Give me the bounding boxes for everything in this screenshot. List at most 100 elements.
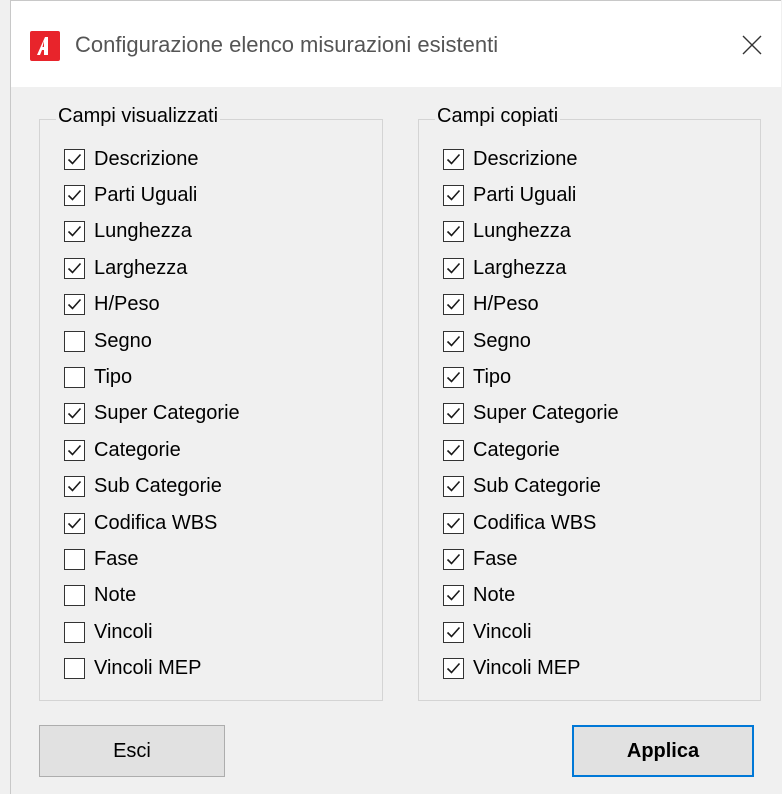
title-bar: Configurazione elenco misurazioni esiste… bbox=[11, 1, 781, 87]
checkbox-label: Vincoli MEP bbox=[94, 657, 202, 680]
field-checkbox-row[interactable]: Parti Uguali bbox=[443, 180, 576, 210]
field-checkbox-row[interactable]: H/Peso bbox=[64, 290, 160, 320]
checkbox[interactable] bbox=[443, 148, 464, 170]
checkmark-icon bbox=[67, 262, 82, 274]
field-checkbox-row[interactable]: Super Categorie bbox=[64, 399, 240, 429]
field-checkbox-row[interactable]: Note bbox=[443, 581, 515, 611]
field-checkbox-row[interactable]: Sub Categorie bbox=[443, 472, 601, 502]
checkbox[interactable] bbox=[64, 221, 85, 243]
field-checkbox-row[interactable]: Larghezza bbox=[443, 253, 566, 283]
checkbox-label: Larghezza bbox=[473, 256, 567, 279]
checkbox[interactable] bbox=[443, 476, 464, 498]
checkmark-icon bbox=[446, 262, 461, 274]
field-checkbox-row[interactable]: Larghezza bbox=[64, 253, 187, 283]
field-checkbox-row[interactable]: Vincoli MEP bbox=[64, 654, 201, 684]
checkbox-label: Super Categorie bbox=[473, 402, 619, 425]
group-campi-visualizzati: Campi visualizzati Descrizione Parti Ugua… bbox=[39, 105, 383, 701]
checkbox[interactable] bbox=[64, 585, 85, 607]
checkmark-icon bbox=[67, 226, 82, 237]
field-checkbox-row[interactable]: Vincoli bbox=[443, 617, 532, 647]
checkbox[interactable] bbox=[64, 476, 85, 498]
checkmark-icon bbox=[446, 590, 461, 601]
field-checkbox-row[interactable]: Tipo bbox=[64, 362, 132, 392]
field-checkbox-row[interactable]: Vincoli bbox=[64, 617, 153, 647]
checkbox[interactable] bbox=[64, 184, 85, 206]
checkbox[interactable] bbox=[443, 330, 464, 352]
group-campi-copiati: Campi copiati Descrizione Parti Uguali Lun… bbox=[418, 105, 761, 701]
dialog-window: Configurazione elenco misurazioni esiste… bbox=[10, 0, 781, 794]
checkbox[interactable] bbox=[64, 403, 85, 425]
field-checkbox-row[interactable]: Super Categorie bbox=[443, 399, 619, 429]
checkbox[interactable] bbox=[64, 366, 85, 388]
checkmark-icon bbox=[446, 226, 461, 237]
checkbox[interactable] bbox=[64, 548, 85, 570]
close-button[interactable] bbox=[738, 31, 766, 59]
group-legend: Campi copiati bbox=[435, 105, 561, 128]
checkbox-label: Descrizione bbox=[94, 147, 199, 170]
field-checkbox-row[interactable]: Fase bbox=[64, 544, 138, 574]
field-checkbox-row[interactable]: Lunghezza bbox=[443, 217, 571, 247]
checkbox[interactable] bbox=[443, 548, 464, 570]
apply-button[interactable]: Applica bbox=[572, 725, 754, 777]
field-checkbox-row[interactable]: Note bbox=[64, 581, 136, 611]
checkbox-label: Segno bbox=[473, 329, 531, 352]
checkbox-label: Fase bbox=[94, 547, 139, 570]
checkmark-icon bbox=[446, 408, 461, 419]
checkbox-label: Sub Categorie bbox=[94, 475, 222, 498]
field-checkbox-row[interactable]: Categorie bbox=[64, 435, 181, 465]
field-checkbox-row[interactable]: Codifica WBS bbox=[64, 508, 217, 538]
checkbox[interactable] bbox=[64, 148, 85, 170]
checkmark-icon bbox=[67, 408, 82, 419]
field-checkbox-row[interactable]: Segno bbox=[443, 326, 531, 356]
checkbox[interactable] bbox=[443, 658, 464, 680]
field-checkbox-row[interactable]: Lunghezza bbox=[64, 217, 192, 247]
field-checkbox-row[interactable]: Codifica WBS bbox=[443, 508, 596, 538]
checkbox[interactable] bbox=[443, 366, 464, 388]
checkbox-label: Sub Categorie bbox=[473, 475, 601, 498]
checkbox[interactable] bbox=[64, 621, 85, 643]
app-logo-icon bbox=[30, 31, 60, 61]
field-checkbox-row[interactable]: Parti Uguali bbox=[64, 180, 197, 210]
field-checkbox-row[interactable]: Sub Categorie bbox=[64, 472, 222, 502]
checkmark-icon bbox=[446, 553, 461, 565]
exit-button[interactable]: Esci bbox=[39, 725, 225, 777]
checkbox-label: H/Peso bbox=[473, 293, 539, 316]
field-checkbox-row[interactable]: Fase bbox=[443, 544, 517, 574]
checkmark-icon bbox=[446, 299, 461, 310]
checkbox[interactable] bbox=[443, 221, 464, 243]
checkbox-label: Tipo bbox=[94, 365, 133, 388]
field-checkbox-row[interactable]: Descrizione bbox=[64, 144, 198, 174]
checkbox-label: Lunghezza bbox=[94, 220, 192, 243]
checkbox-label: Fase bbox=[473, 547, 518, 570]
checkbox[interactable] bbox=[443, 621, 464, 643]
checkbox-label: Codifica WBS bbox=[94, 511, 218, 534]
field-checkbox-row[interactable]: Categorie bbox=[443, 435, 560, 465]
checkbox[interactable] bbox=[443, 403, 464, 425]
checkbox[interactable] bbox=[443, 439, 464, 461]
checkbox-label: Vincoli bbox=[94, 620, 153, 643]
checkmark-icon bbox=[446, 626, 461, 638]
field-checkbox-row[interactable]: Descrizione bbox=[443, 144, 577, 174]
checkbox[interactable] bbox=[64, 439, 85, 461]
field-checkbox-row[interactable]: Tipo bbox=[443, 362, 511, 392]
checkbox[interactable] bbox=[64, 294, 85, 316]
field-checkbox-row[interactable]: Vincoli MEP bbox=[443, 654, 580, 684]
checkbox[interactable] bbox=[64, 257, 85, 279]
checkbox[interactable] bbox=[443, 512, 464, 534]
checkbox-label: Parti Uguali bbox=[473, 183, 577, 206]
checkbox[interactable] bbox=[443, 257, 464, 279]
field-checkbox-row[interactable]: Segno bbox=[64, 326, 152, 356]
checkbox-label: Parti Uguali bbox=[94, 183, 198, 206]
checkbox[interactable] bbox=[64, 330, 85, 352]
checkbox-label: Categorie bbox=[94, 438, 181, 461]
checkbox[interactable] bbox=[64, 658, 85, 680]
checkbox[interactable] bbox=[443, 585, 464, 607]
checkbox[interactable] bbox=[443, 184, 464, 206]
field-checkbox-row[interactable]: H/Peso bbox=[443, 290, 539, 320]
checkmark-icon bbox=[446, 481, 461, 492]
checkmark-icon bbox=[446, 517, 461, 529]
checkbox[interactable] bbox=[64, 512, 85, 534]
checkmark-icon bbox=[67, 189, 82, 201]
checkmark-icon bbox=[67, 481, 82, 492]
checkbox[interactable] bbox=[443, 294, 464, 316]
